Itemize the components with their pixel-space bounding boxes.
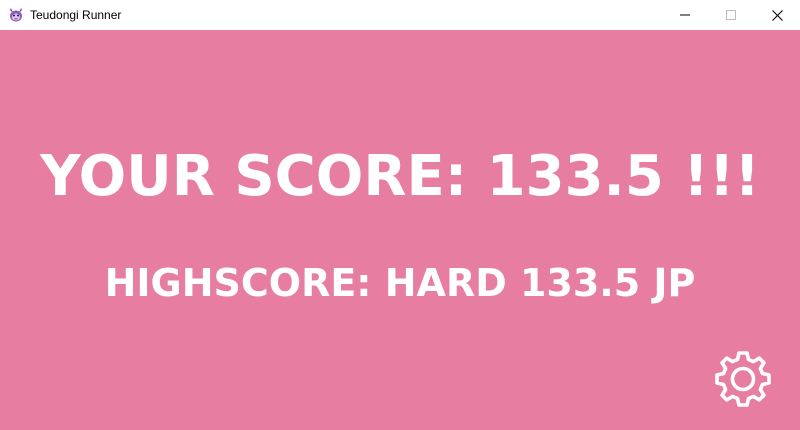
your-score-text: YOUR SCORE: 133.5 !!! bbox=[40, 144, 760, 209]
maximize-button[interactable] bbox=[708, 0, 754, 30]
minimize-icon bbox=[680, 14, 690, 16]
title-bar[interactable]: Teudongi Runner bbox=[0, 0, 800, 30]
close-icon bbox=[771, 9, 783, 21]
app-icon bbox=[10, 8, 22, 22]
game-area: YOUR SCORE: 133.5 !!! HIGHSCORE: HARD 13… bbox=[0, 30, 800, 430]
maximize-icon bbox=[726, 10, 736, 20]
minimize-button[interactable] bbox=[662, 0, 708, 30]
gear-icon bbox=[715, 351, 771, 407]
settings-button[interactable] bbox=[713, 349, 773, 409]
close-button[interactable] bbox=[754, 0, 800, 30]
window-title: Teudongi Runner bbox=[30, 8, 122, 22]
app-window: Teudongi Runner YOUR SCORE: 133.5 !!! HI… bbox=[0, 0, 800, 430]
highscore-text: HIGHSCORE: HARD 133.5 JP bbox=[104, 261, 696, 305]
